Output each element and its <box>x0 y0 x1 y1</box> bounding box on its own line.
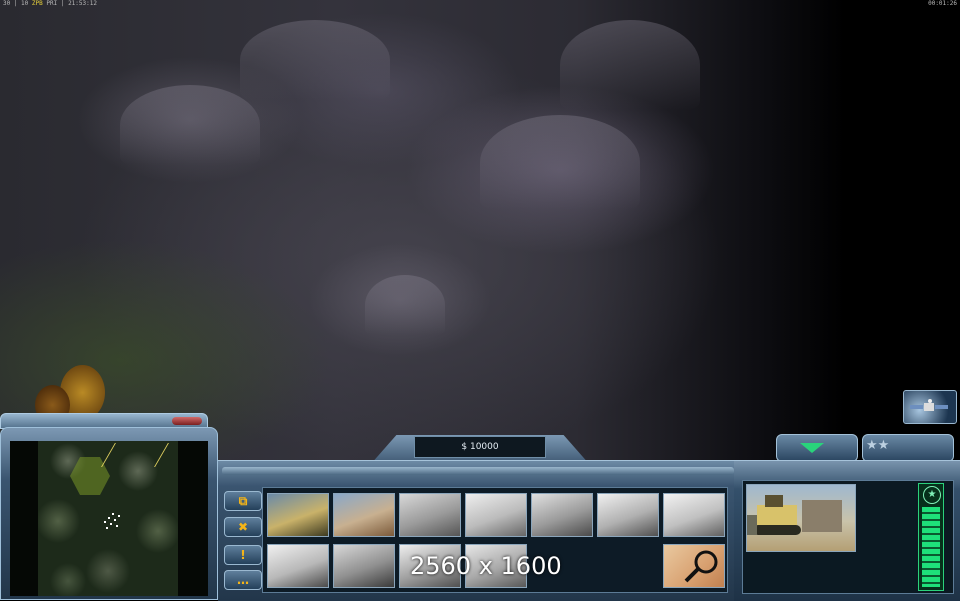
airfield-icon <box>664 494 724 536</box>
mountain-peak <box>120 85 260 165</box>
minimap[interactable] <box>10 441 208 596</box>
game-timer: 00:01:26 <box>928 0 957 7</box>
magnifier-sell-icon <box>684 550 718 583</box>
performance-readout: 30 | 10 ZPB PRI | 21:53:12 <box>3 0 97 7</box>
alert-tab-button[interactable]: ! <box>224 545 262 565</box>
barracks-icon <box>334 494 394 536</box>
satellite-icon[interactable] <box>903 390 957 424</box>
mountain-peak <box>560 20 700 110</box>
tools-icon: ✖ <box>237 520 249 534</box>
strategy-center-icon <box>334 545 394 587</box>
build-slot-patriot-battery[interactable] <box>465 493 527 537</box>
rank-star-icon: ★ <box>923 486 941 504</box>
build-slot-strategy-center[interactable] <box>333 544 395 588</box>
build-slot-airfield[interactable] <box>663 493 725 537</box>
power-plant-icon <box>268 545 328 587</box>
sell-structure-button[interactable] <box>663 544 725 588</box>
command-center-icon <box>268 494 328 536</box>
selected-unit-portrait[interactable] <box>746 484 856 552</box>
build-slot-particle-cannon[interactable] <box>531 493 593 537</box>
minimap-indicator-light <box>172 417 202 425</box>
dozer-icon <box>747 495 842 535</box>
build-slot-barracks[interactable] <box>333 493 395 537</box>
supply-center-icon <box>598 494 658 536</box>
chat-tab-button[interactable]: … <box>224 570 262 590</box>
structures-tab-button[interactable]: ⧉ <box>224 491 262 511</box>
command-panel-rail <box>222 467 734 475</box>
warning-icon: ! <box>240 548 246 562</box>
money-counter: $ 10000 <box>414 436 546 458</box>
patriot-battery-icon <box>466 494 526 536</box>
unit-health-fill <box>922 507 940 587</box>
chat-bubble-icon: … <box>237 573 249 587</box>
build-slot-supply-center[interactable] <box>597 493 659 537</box>
game-world-viewport[interactable] <box>0 0 960 470</box>
generals-star-icon: ★★ <box>866 438 890 453</box>
mountain-peak <box>365 275 445 335</box>
build-slot-war-factory[interactable] <box>399 493 461 537</box>
war-factory-icon <box>400 494 460 536</box>
repair-tab-button[interactable]: ✖ <box>224 517 262 537</box>
mountain-peak <box>240 20 390 100</box>
particle-cannon-icon <box>532 494 592 536</box>
chevron-down-icon <box>800 443 824 453</box>
resolution-watermark: 2560 x 1600 <box>410 552 562 580</box>
mountain-peak <box>480 115 640 210</box>
build-slot-command-center[interactable] <box>267 493 329 537</box>
window-stack-icon: ⧉ <box>238 494 248 508</box>
minimap-unit-cluster <box>100 509 124 533</box>
build-slot-power-plant[interactable] <box>267 544 329 588</box>
